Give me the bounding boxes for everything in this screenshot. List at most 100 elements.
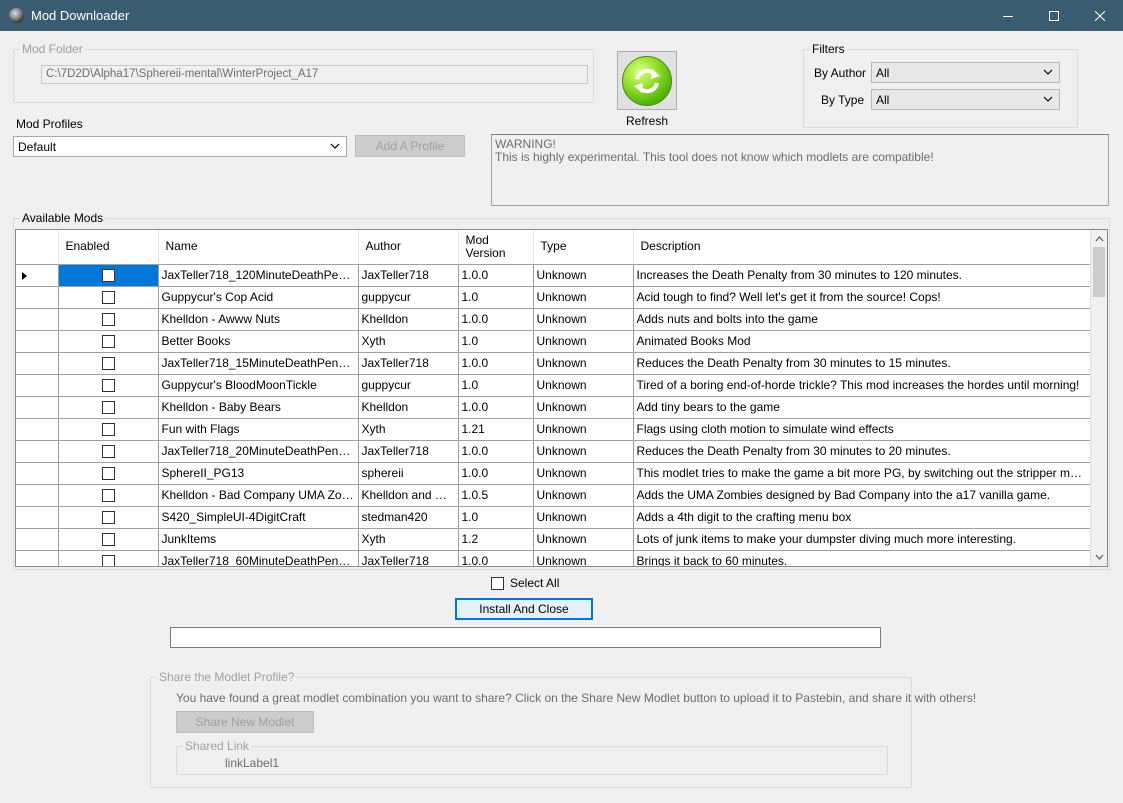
version-cell: 1.0.0 <box>458 264 534 287</box>
type-cell: Unknown <box>533 308 634 331</box>
enabled-cell[interactable] <box>58 440 159 463</box>
author-filter-dropdown[interactable]: All <box>871 62 1060 83</box>
enabled-cell[interactable] <box>58 506 159 529</box>
table-row[interactable]: Better Books Xyth 1.0 Unknown Animated Books… <box>16 330 1092 353</box>
enabled-cell[interactable] <box>58 308 159 331</box>
description-cell: Increases the Death Penalty from 30 minu… <box>633 264 1092 287</box>
row-header[interactable] <box>16 308 59 331</box>
mod-folder-path-field[interactable]: C:\7D2D\Alpha17\Sphereii-mental\WinterPr… <box>41 65 588 84</box>
table-row[interactable]: Guppycur's BloodMoonTickle guppycur 1.0 Unk… <box>16 374 1092 397</box>
table-row[interactable]: Khelldon - Awww Nuts Khelldon 1.0.0 Unknown… <box>16 308 1092 331</box>
select-all-box[interactable] <box>491 576 504 590</box>
title-bar[interactable]: Mod Downloader <box>0 0 1123 31</box>
enabled-checkbox[interactable] <box>101 533 115 547</box>
row-header[interactable] <box>16 330 59 353</box>
column-header-name[interactable]: Name <box>158 230 359 265</box>
row-header[interactable] <box>16 528 59 551</box>
scroll-up-icon[interactable] <box>1095 236 1104 242</box>
table-row[interactable]: JaxTeller718_120MinuteDeathPenalty JaxTel… <box>16 264 1092 287</box>
table-row[interactable]: JunkItems Xyth 1.2 Unknown Lots of junk item… <box>16 528 1092 551</box>
description-cell: Add tiny bears to the game <box>633 396 1092 419</box>
column-header-description[interactable]: Description <box>633 230 1092 265</box>
table-row[interactable]: Khelldon - Bad Company UMA Zombies Khelld… <box>16 484 1092 507</box>
chevron-down-icon <box>1043 69 1053 75</box>
enabled-cell[interactable] <box>58 374 159 397</box>
grid-vertical-scrollbar[interactable] <box>1090 230 1107 566</box>
row-header[interactable] <box>16 396 59 419</box>
table-row[interactable]: S420_SimpleUI-4DigitCraft stedman420 1.0 Un… <box>16 506 1092 529</box>
mods-table: Enabled Name Author Mod Version Type Desc… <box>16 230 1092 566</box>
enabled-cell[interactable] <box>58 330 159 353</box>
add-profile-button[interactable]: Add A Profile <box>355 135 465 157</box>
column-header-mod-version[interactable]: Mod Version <box>458 230 534 265</box>
table-row[interactable]: Khelldon - Baby Bears Khelldon 1.0.0 Unknow… <box>16 396 1092 419</box>
row-header[interactable] <box>16 264 59 287</box>
enabled-checkbox[interactable] <box>101 401 115 415</box>
row-header[interactable] <box>16 418 59 441</box>
enabled-cell[interactable] <box>58 550 159 566</box>
enabled-checkbox[interactable] <box>101 423 115 437</box>
enabled-checkbox[interactable] <box>101 313 115 327</box>
install-and-close-button[interactable]: Install And Close <box>455 598 593 620</box>
author-cell: Khelldon and Ba... <box>358 484 459 507</box>
author-filter-value: All <box>876 66 890 80</box>
enabled-checkbox[interactable] <box>101 445 115 459</box>
close-button[interactable] <box>1077 0 1123 31</box>
enabled-checkbox[interactable] <box>101 357 115 371</box>
warning-textbox[interactable]: WARNING! This is highly experimental. Th… <box>491 134 1109 206</box>
row-header[interactable] <box>16 374 59 397</box>
enabled-checkbox[interactable] <box>101 467 115 481</box>
version-cell: 1.0.0 <box>458 440 534 463</box>
maximize-button[interactable] <box>1031 0 1077 31</box>
enabled-cell[interactable] <box>58 396 159 419</box>
row-header[interactable] <box>16 440 59 463</box>
column-header-enabled[interactable]: Enabled <box>58 230 159 265</box>
enabled-checkbox[interactable] <box>101 291 115 305</box>
select-all-checkbox[interactable]: Select All <box>491 576 559 590</box>
scroll-down-icon[interactable] <box>1095 554 1104 560</box>
row-header[interactable] <box>16 286 59 309</box>
enabled-cell[interactable] <box>58 264 159 287</box>
column-header-author[interactable]: Author <box>358 230 459 265</box>
enabled-cell[interactable] <box>58 286 159 309</box>
share-new-modlet-button[interactable]: Share New Modlet <box>176 711 314 733</box>
enabled-checkbox[interactable] <box>101 555 115 566</box>
row-header[interactable] <box>16 484 59 507</box>
window-title: Mod Downloader <box>31 8 130 23</box>
minimize-button[interactable] <box>985 0 1031 31</box>
author-cell: Xyth <box>358 330 459 353</box>
mods-grid[interactable]: Enabled Name Author Mod Version Type Desc… <box>15 229 1108 567</box>
table-row[interactable]: Guppycur's Cop Acid guppycur 1.0 Unknown Aci… <box>16 286 1092 309</box>
column-header-type[interactable]: Type <box>533 230 634 265</box>
enabled-checkbox[interactable] <box>101 269 115 283</box>
enabled-cell[interactable] <box>58 418 159 441</box>
table-row[interactable]: JaxTeller718_20MinuteDeathPenalty JaxTell… <box>16 440 1092 463</box>
description-cell: Animated Books Mod <box>633 330 1092 353</box>
mod-profile-dropdown[interactable]: Default <box>13 136 347 157</box>
author-cell: guppycur <box>358 374 459 397</box>
enabled-checkbox[interactable] <box>101 379 115 393</box>
row-header[interactable] <box>16 352 59 375</box>
enabled-cell[interactable] <box>58 352 159 375</box>
table-row[interactable]: Fun with Flags Xyth 1.21 Unknown Flags using… <box>16 418 1092 441</box>
scrollbar-thumb[interactable] <box>1093 247 1105 297</box>
refresh-icon <box>622 55 672 106</box>
enabled-cell[interactable] <box>58 528 159 551</box>
enabled-checkbox[interactable] <box>101 489 115 503</box>
enabled-checkbox[interactable] <box>101 335 115 349</box>
type-filter-value: All <box>876 93 890 107</box>
row-header[interactable] <box>16 550 59 566</box>
refresh-button[interactable] <box>617 51 677 110</box>
row-header[interactable] <box>16 462 59 485</box>
type-filter-dropdown[interactable]: All <box>871 89 1060 110</box>
row-header[interactable] <box>16 506 59 529</box>
table-row[interactable]: JaxTeller718_60MinuteDeathPenalty JaxTell… <box>16 550 1092 566</box>
shared-link[interactable]: linkLabel1 <box>225 756 279 770</box>
enabled-checkbox[interactable] <box>101 511 115 525</box>
description-cell: Lots of junk items to make your dumpster… <box>633 528 1092 551</box>
enabled-cell[interactable] <box>58 484 159 507</box>
chevron-down-icon <box>1043 96 1053 102</box>
table-row[interactable]: JaxTeller718_15MinuteDeathPenalty JaxTell… <box>16 352 1092 375</box>
table-row[interactable]: SphereII_PG13 sphereii 1.0.0 Unknown This mo… <box>16 462 1092 485</box>
enabled-cell[interactable] <box>58 462 159 485</box>
